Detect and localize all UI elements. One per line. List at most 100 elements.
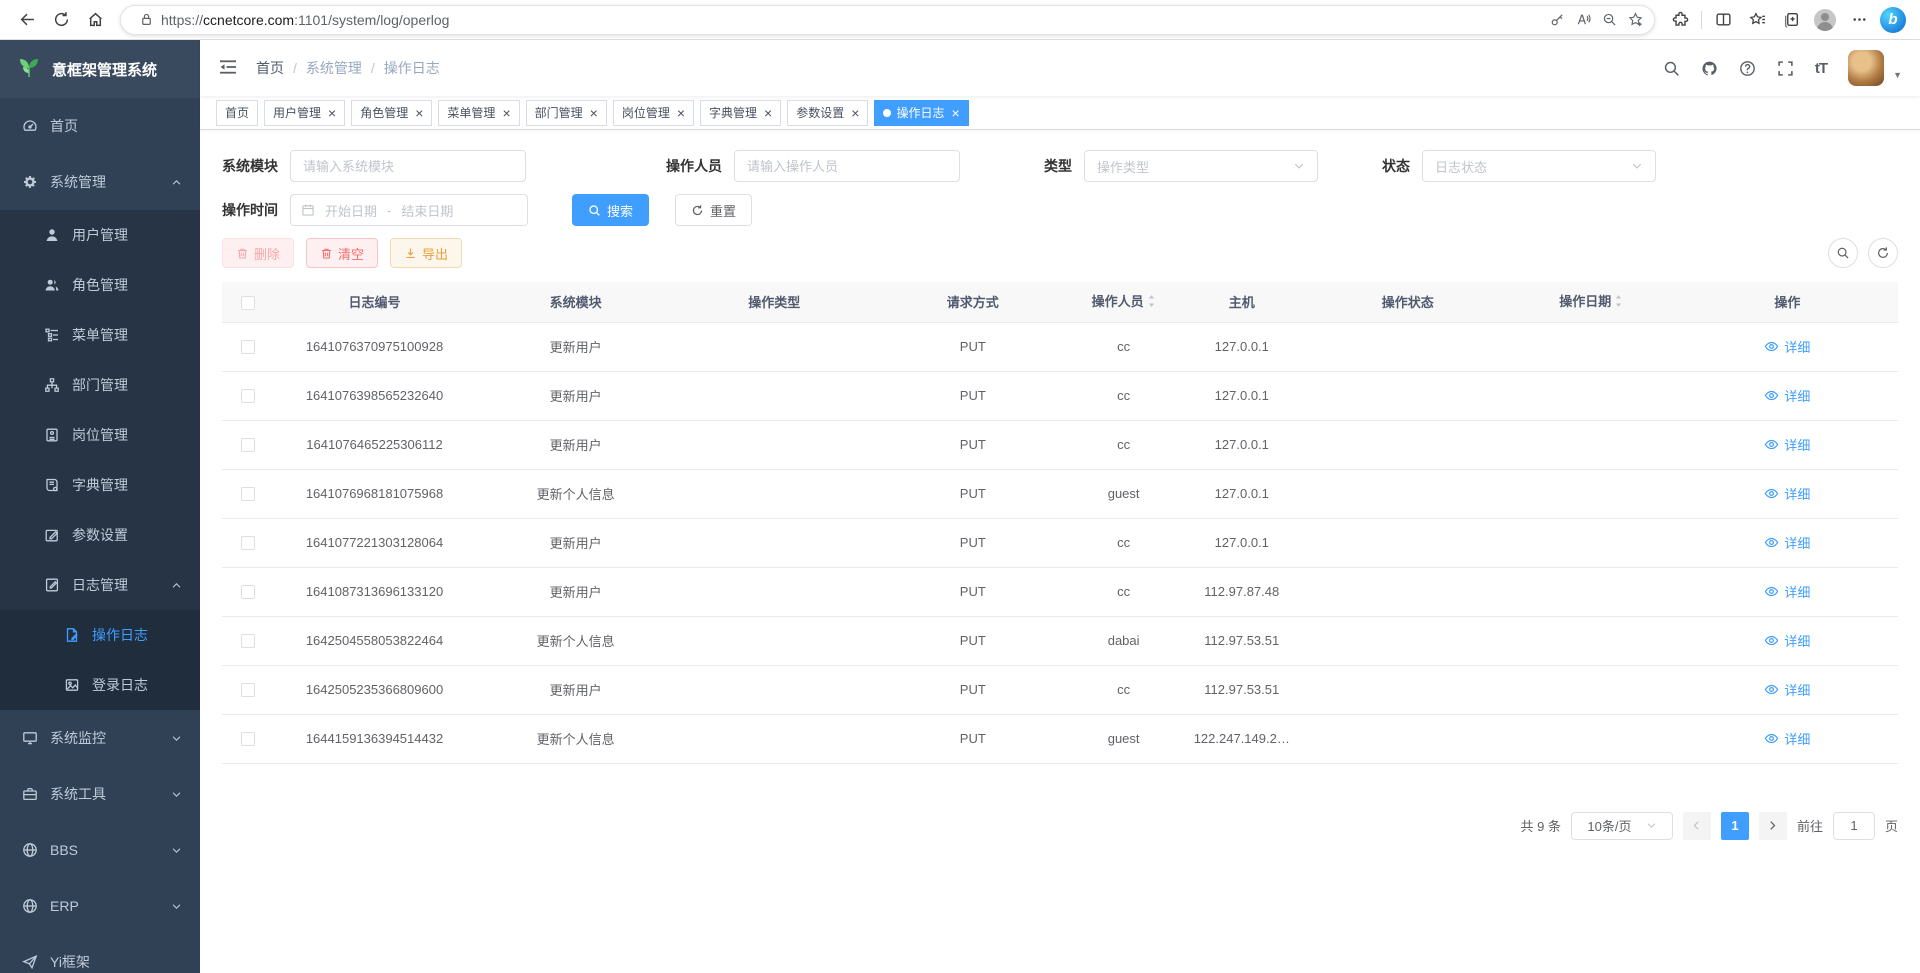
column-header[interactable]: 操作日期 (1506, 282, 1677, 322)
sidebar-item-home[interactable]: 首页 (0, 98, 200, 154)
date-range-input[interactable]: 开始日期 - 结束日期 (290, 194, 528, 226)
tab-close-icon[interactable]: × (326, 106, 336, 120)
row-checkbox[interactable] (241, 536, 255, 550)
sort-caret-icon[interactable] (1614, 293, 1623, 312)
sidebar-item-role-mgmt[interactable]: />角色管理 (0, 260, 200, 310)
search-icon[interactable] (1663, 60, 1680, 77)
next-page-button[interactable] (1759, 812, 1787, 840)
refresh-icon[interactable] (44, 3, 78, 37)
sidebar-item-param-settings[interactable]: 参数设置 (0, 510, 200, 560)
type-select[interactable]: 操作类型 (1084, 150, 1318, 182)
detail-link[interactable]: 详细 (1764, 680, 1810, 699)
profile-icon[interactable] (1808, 3, 1842, 37)
clear-button[interactable]: 清空 (306, 238, 378, 268)
operator-input[interactable] (734, 150, 960, 182)
collapse-sidebar-icon[interactable] (218, 57, 240, 79)
sidebar-item-menu-mgmt[interactable]: 菜单管理 (0, 310, 200, 360)
breadcrumb-item[interactable]: 操作日志 (384, 58, 440, 78)
tab-close-icon[interactable]: × (500, 106, 510, 120)
reset-button[interactable]: 重置 (675, 194, 752, 226)
detail-link[interactable]: 详细 (1764, 386, 1810, 405)
sidebar-item-system-monitor[interactable]: 系统监控 (0, 710, 200, 766)
sidebar-item-dict-mgmt[interactable]: 字典管理 (0, 460, 200, 510)
row-checkbox[interactable] (241, 389, 255, 403)
row-checkbox[interactable] (241, 683, 255, 697)
tab-close-icon[interactable]: × (675, 106, 685, 120)
row-checkbox[interactable] (241, 634, 255, 648)
sidebar-item-oper-log[interactable]: 操作日志 (0, 610, 200, 660)
more-icon[interactable] (1842, 3, 1876, 37)
delete-button[interactable]: 删除 (222, 238, 294, 268)
detail-link[interactable]: 详细 (1764, 631, 1810, 650)
detail-link[interactable]: 详细 (1764, 484, 1810, 503)
read-aloud-icon[interactable] (1570, 7, 1596, 33)
sidebar-item-bbs[interactable]: BBS (0, 822, 200, 878)
sidebar-item-dept-mgmt[interactable]: 部门管理 (0, 360, 200, 410)
current-page-button[interactable]: 1 (1721, 812, 1749, 840)
column-header[interactable]: 操作人员 (1073, 282, 1174, 322)
extensions-icon[interactable] (1663, 3, 1697, 37)
status-select[interactable]: 日志状态 (1422, 150, 1656, 182)
chevron-down-icon[interactable]: ▼ (1893, 70, 1902, 80)
tab-param-settings[interactable]: 参数设置× (787, 100, 868, 126)
select-all-checkbox[interactable] (241, 296, 255, 310)
tab-dept-mgmt[interactable]: 部门管理× (526, 100, 607, 126)
prev-page-button[interactable] (1683, 812, 1711, 840)
row-checkbox[interactable] (241, 438, 255, 452)
favorite-add-icon[interactable] (1622, 7, 1648, 33)
back-icon[interactable] (10, 3, 44, 37)
tab-close-icon[interactable]: × (413, 106, 423, 120)
favorites-bar-icon[interactable] (1740, 3, 1774, 37)
detail-link[interactable]: 详细 (1764, 533, 1810, 552)
tab-user-mgmt[interactable]: 用户管理× (264, 100, 345, 126)
password-key-icon[interactable] (1544, 7, 1570, 33)
font-size-icon[interactable]: tT (1815, 60, 1827, 77)
sidebar-item-login-log[interactable]: 登录日志 (0, 660, 200, 710)
tab-home[interactable]: 首页 (216, 100, 258, 126)
goto-page-input[interactable] (1833, 812, 1875, 840)
detail-link[interactable]: 详细 (1764, 729, 1810, 748)
detail-link[interactable]: 详细 (1764, 337, 1810, 356)
fullscreen-icon[interactable] (1777, 60, 1794, 77)
copilot-icon[interactable]: b (1876, 3, 1910, 37)
row-checkbox[interactable] (241, 340, 255, 354)
zoom-out-icon[interactable] (1596, 7, 1622, 33)
search-button[interactable]: 搜索 (572, 194, 649, 226)
detail-link[interactable]: 详细 (1764, 435, 1810, 454)
sidebar-item-system-mgmt[interactable]: />系统管理 (0, 154, 200, 210)
module-input[interactable] (290, 150, 526, 182)
row-checkbox[interactable] (241, 732, 255, 746)
export-button[interactable]: 导出 (390, 238, 462, 268)
sidebar-item-yi-framework[interactable]: Yi框架 (0, 934, 200, 973)
sidebar-item-log-mgmt[interactable]: 日志管理 (0, 560, 200, 610)
github-icon[interactable] (1701, 60, 1718, 77)
help-icon[interactable] (1739, 60, 1756, 77)
sidebar-item-post-mgmt[interactable]: 岗位管理 (0, 410, 200, 460)
collections-icon[interactable] (1774, 3, 1808, 37)
tab-role-mgmt[interactable]: 角色管理× (351, 100, 432, 126)
detail-link[interactable]: 详细 (1764, 582, 1810, 601)
tab-dict-mgmt[interactable]: 字典管理× (700, 100, 781, 126)
page-size-select[interactable]: 10条/页 (1571, 812, 1673, 840)
split-screen-icon[interactable] (1706, 3, 1740, 37)
sidebar-item-user-mgmt[interactable]: />用户管理 (0, 210, 200, 260)
sidebar-item-erp[interactable]: ERP (0, 878, 200, 934)
tab-menu-mgmt[interactable]: 菜单管理× (438, 100, 519, 126)
user-avatar[interactable] (1848, 50, 1884, 86)
sort-caret-icon[interactable] (1147, 293, 1156, 312)
tab-close-icon[interactable]: × (949, 106, 959, 120)
table-refresh-button[interactable] (1868, 238, 1898, 268)
breadcrumb-item[interactable]: 首页 (256, 58, 284, 78)
tab-close-icon[interactable]: × (588, 106, 598, 120)
row-checkbox[interactable] (241, 585, 255, 599)
tab-close-icon[interactable]: × (849, 106, 859, 120)
url-text[interactable]: https://ccnetcore.com:1101/system/log/op… (161, 12, 1544, 28)
sidebar-item-system-tools[interactable]: 系统工具 (0, 766, 200, 822)
tab-close-icon[interactable]: × (762, 106, 772, 120)
breadcrumb-item[interactable]: 系统管理 (306, 58, 362, 78)
tab-post-mgmt[interactable]: 岗位管理× (613, 100, 694, 126)
row-checkbox[interactable] (241, 487, 255, 501)
home-icon[interactable] (78, 3, 112, 37)
tab-oper-log[interactable]: 操作日志× (874, 100, 968, 126)
address-bar[interactable]: https://ccnetcore.com:1101/system/log/op… (120, 5, 1655, 35)
